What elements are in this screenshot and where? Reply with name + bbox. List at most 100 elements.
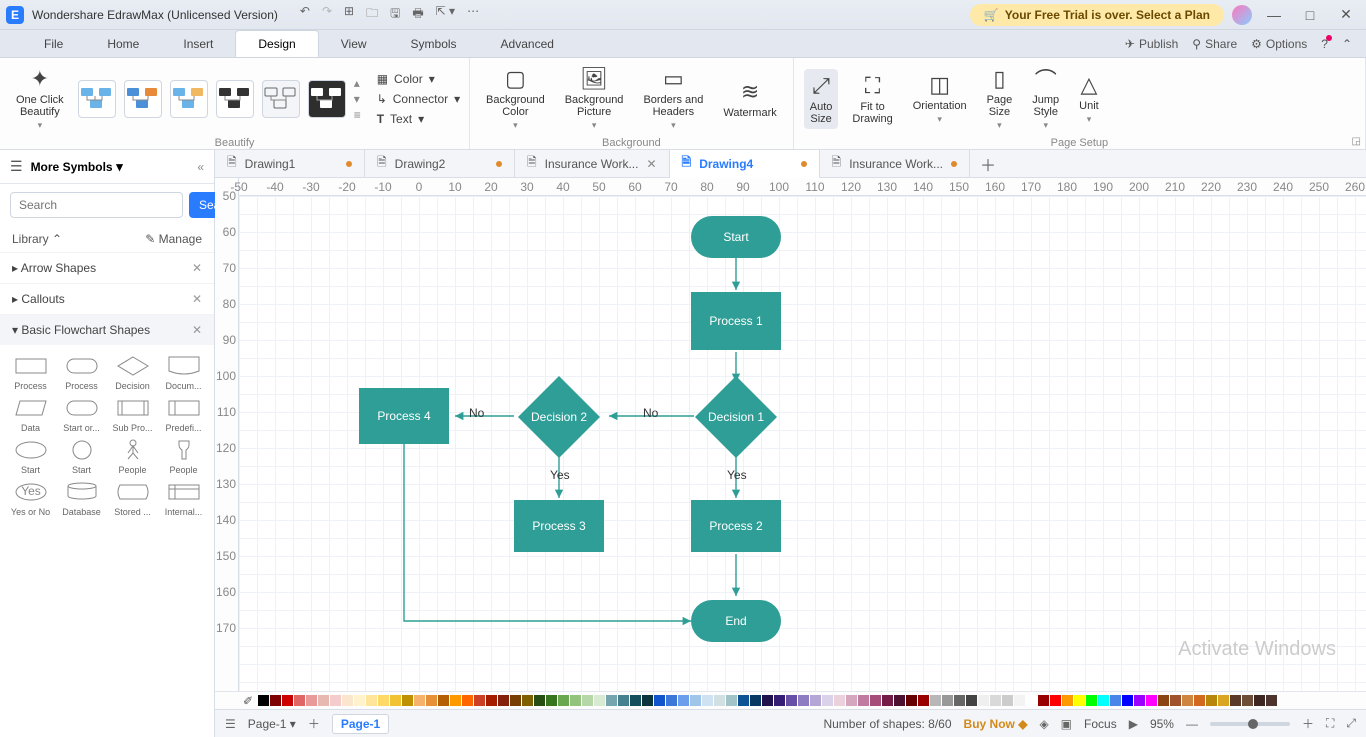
color-swatch[interactable] [630, 695, 641, 706]
color-swatch[interactable] [738, 695, 749, 706]
color-swatch[interactable] [978, 695, 989, 706]
color-swatch[interactable] [402, 695, 413, 706]
color-swatch[interactable] [1122, 695, 1133, 706]
pages-list-icon[interactable]: ☰ [225, 717, 236, 731]
open-icon[interactable]: 🗀 [366, 4, 378, 25]
color-swatch[interactable] [1134, 695, 1145, 706]
collapse-ribbon-icon[interactable]: ⌃ [1342, 37, 1352, 51]
shape-stencil[interactable]: Decision [108, 353, 157, 391]
color-swatch[interactable] [1170, 695, 1181, 706]
color-swatch[interactable] [810, 695, 821, 706]
color-swatch[interactable] [1194, 695, 1205, 706]
color-swatch[interactable] [906, 695, 917, 706]
color-swatch[interactable] [666, 695, 677, 706]
style-prev-icon[interactable]: ▴ [354, 76, 361, 90]
orientation-button[interactable]: ◫Orientation▾ [907, 68, 973, 129]
new-icon[interactable]: ⊞ [344, 4, 354, 25]
color-swatch[interactable] [546, 695, 557, 706]
color-swatch[interactable] [426, 695, 437, 706]
color-swatch[interactable] [618, 695, 629, 706]
more-symbols-title[interactable]: More Symbols ▾ [31, 159, 123, 175]
drawing-canvas[interactable]: Start Process 1 Decision 1 Decision 2 Pr… [239, 196, 1366, 691]
color-swatch[interactable] [282, 695, 293, 706]
buy-now-link[interactable]: Buy Now ◆ [964, 717, 1028, 731]
color-swatch[interactable] [366, 695, 377, 706]
shape-stencil[interactable]: Predefi... [159, 395, 208, 433]
color-swatch[interactable] [822, 695, 833, 706]
color-swatch[interactable] [486, 695, 497, 706]
color-swatch[interactable] [846, 695, 857, 706]
color-dropdown[interactable]: ▦Color ▾ [377, 72, 460, 86]
color-swatch[interactable] [258, 695, 269, 706]
color-swatch[interactable] [690, 695, 701, 706]
document-tab[interactable]: 🗎Insurance Work...✕ [515, 150, 670, 178]
flow-process-4[interactable]: Process 4 [359, 388, 449, 444]
document-tab[interactable]: 🗎Drawing1 [215, 150, 365, 178]
color-swatch[interactable] [834, 695, 845, 706]
one-click-beautify-button[interactable]: ✦ One Click Beautify ▾ [10, 62, 70, 135]
close-category-icon[interactable]: ✕ [192, 323, 202, 337]
bg-color-button[interactable]: ▢Background Color▾ [480, 62, 551, 135]
color-swatch[interactable] [1002, 695, 1013, 706]
shape-stencil[interactable]: People [159, 437, 208, 475]
play-icon[interactable]: ▶ [1129, 717, 1138, 731]
color-swatch[interactable] [1254, 695, 1265, 706]
focus-button[interactable]: Focus [1084, 717, 1117, 731]
close-category-icon[interactable]: ✕ [192, 261, 202, 275]
user-avatar[interactable] [1232, 5, 1252, 25]
color-swatch[interactable] [1098, 695, 1109, 706]
shape-stencil[interactable]: Start or... [57, 395, 106, 433]
color-swatch[interactable] [942, 695, 953, 706]
color-swatch[interactable] [870, 695, 881, 706]
color-swatch[interactable] [774, 695, 785, 706]
save-icon[interactable]: 🖫 [390, 4, 400, 25]
color-swatch[interactable] [954, 695, 965, 706]
color-swatch[interactable] [702, 695, 713, 706]
style-next-icon[interactable]: ▾ [354, 92, 361, 106]
trial-banner[interactable]: 🛒 Your Free Trial is over. Select a Plan [970, 4, 1224, 26]
zoom-in-button[interactable]: ＋ [1302, 715, 1314, 732]
add-tab-button[interactable]: ＋ [970, 152, 1006, 176]
color-swatch[interactable] [1050, 695, 1061, 706]
color-swatch[interactable] [882, 695, 893, 706]
minimize-button[interactable]: — [1260, 7, 1288, 23]
color-swatch[interactable] [318, 695, 329, 706]
color-swatch[interactable] [390, 695, 401, 706]
color-swatch[interactable] [750, 695, 761, 706]
menu-view[interactable]: View [319, 30, 389, 57]
color-swatch[interactable] [474, 695, 485, 706]
color-swatch[interactable] [582, 695, 593, 706]
shape-stencil[interactable]: Sub Pro... [108, 395, 157, 433]
fit-drawing-button[interactable]: ⛶Fit to Drawing [846, 69, 898, 129]
shape-stencil[interactable]: Data [6, 395, 55, 433]
watermark-button[interactable]: ≋Watermark [717, 75, 782, 123]
shape-stencil[interactable]: Start [57, 437, 106, 475]
pagesetup-launcher-icon[interactable]: ◲ [1352, 136, 1361, 147]
menu-file[interactable]: File [22, 30, 85, 57]
color-swatch[interactable] [1038, 695, 1049, 706]
color-swatch[interactable] [1014, 695, 1025, 706]
color-swatch[interactable] [966, 695, 977, 706]
style-gallery-icon[interactable]: ≡ [354, 108, 361, 122]
color-swatch[interactable] [798, 695, 809, 706]
close-button[interactable]: ✕ [1332, 6, 1360, 23]
connector-dropdown[interactable]: ↳Connector ▾ [377, 92, 460, 106]
color-swatch[interactable] [534, 695, 545, 706]
color-swatch[interactable] [270, 695, 281, 706]
flow-process-2[interactable]: Process 2 [691, 500, 781, 552]
color-swatch[interactable] [714, 695, 725, 706]
close-category-icon[interactable]: ✕ [192, 292, 202, 306]
shape-stencil[interactable]: Internal... [159, 479, 208, 517]
color-swatch[interactable] [1242, 695, 1253, 706]
color-swatch[interactable] [462, 695, 473, 706]
color-swatch[interactable] [1230, 695, 1241, 706]
page-size-button[interactable]: ▯Page Size▾ [981, 62, 1019, 135]
symbol-search-input[interactable] [10, 192, 183, 218]
flow-process-3[interactable]: Process 3 [514, 500, 604, 552]
color-swatch[interactable] [510, 695, 521, 706]
menu-home[interactable]: Home [85, 30, 161, 57]
color-swatch[interactable] [762, 695, 773, 706]
auto-size-button[interactable]: ⤢Auto Size [804, 69, 839, 129]
color-swatch[interactable] [498, 695, 509, 706]
color-swatch[interactable] [1146, 695, 1157, 706]
